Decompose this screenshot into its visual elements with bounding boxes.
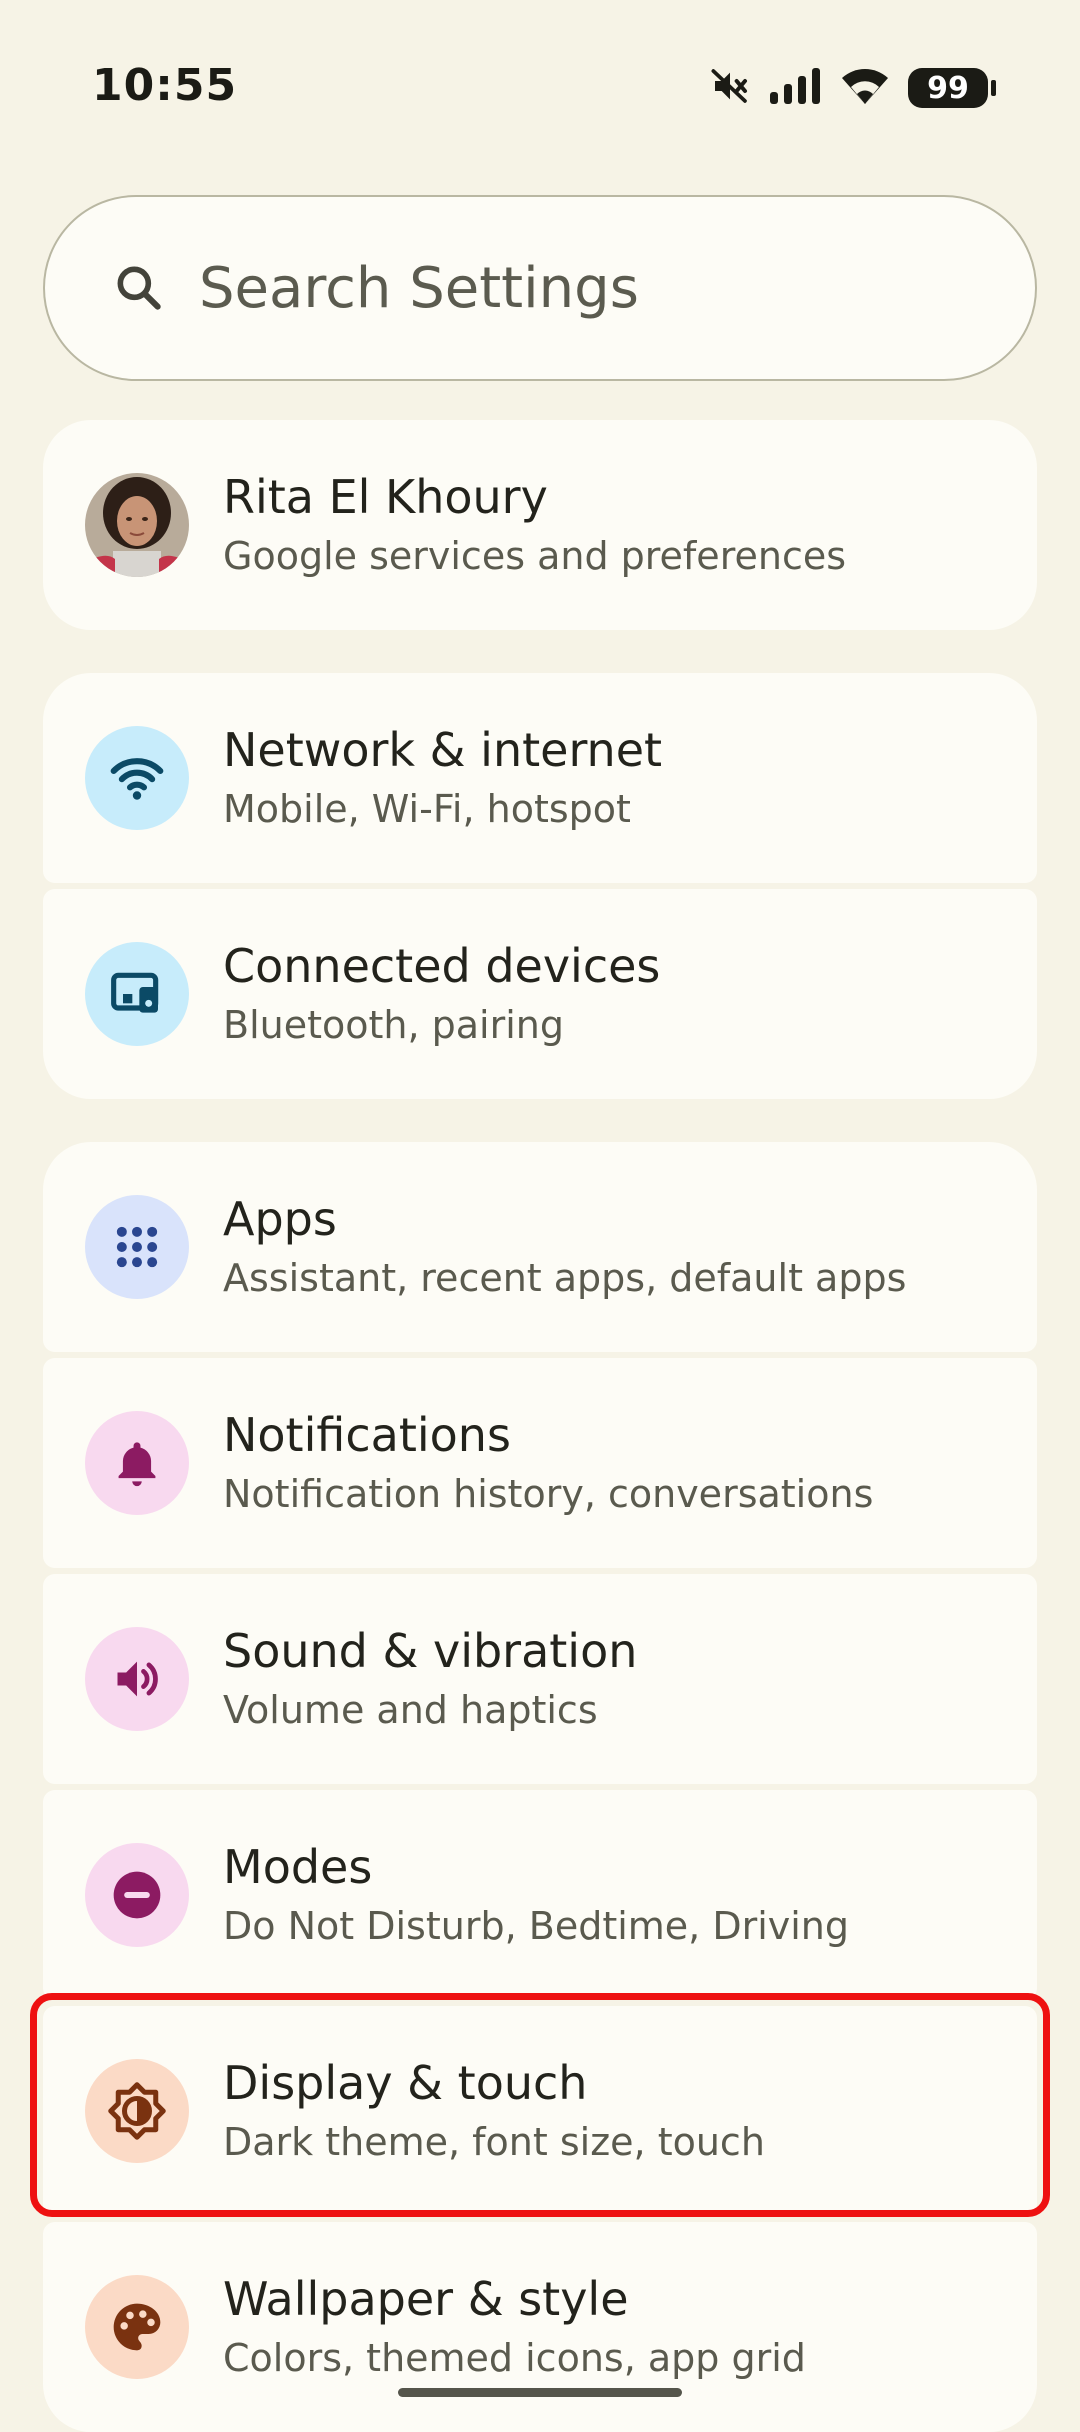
settings-item-wallpaper[interactable]: Wallpaper & style Colors, themed icons, … bbox=[43, 2222, 1037, 2432]
settings-item-network[interactable]: Network & internet Mobile, Wi-Fi, hotspo… bbox=[43, 673, 1037, 883]
settings-item-title: Display & touch bbox=[223, 2056, 588, 2110]
status-icons: 99 bbox=[710, 58, 996, 118]
brightness-icon bbox=[85, 2059, 189, 2163]
search-bar[interactable]: Search Settings bbox=[43, 195, 1037, 381]
settings-item-title: Sound & vibration bbox=[223, 1624, 638, 1678]
battery-icon: 99 bbox=[908, 68, 996, 108]
account-group: Rita El Khoury Google services and prefe… bbox=[43, 420, 1037, 630]
connectivity-group: Network & internet Mobile, Wi-Fi, hotspo… bbox=[43, 673, 1037, 1099]
wifi-icon bbox=[85, 726, 189, 830]
avatar bbox=[85, 473, 189, 577]
bell-icon bbox=[85, 1411, 189, 1515]
settings-item-modes[interactable]: Modes Do Not Disturb, Bedtime, Driving bbox=[43, 1790, 1037, 2000]
settings-item-title: Modes bbox=[223, 1840, 373, 1894]
wifi-icon bbox=[840, 66, 890, 110]
settings-item-title: Notifications bbox=[223, 1408, 511, 1462]
settings-item-title: Apps bbox=[223, 1192, 337, 1246]
account-row[interactable]: Rita El Khoury Google services and prefe… bbox=[43, 420, 1037, 630]
account-name: Rita El Khoury bbox=[223, 470, 548, 524]
gesture-nav-handle[interactable] bbox=[398, 2388, 682, 2397]
mute-icon bbox=[710, 66, 750, 110]
status-bar: 10:55 99 bbox=[0, 0, 1080, 175]
speaker-icon bbox=[85, 1627, 189, 1731]
main-settings-group: Apps Assistant, recent apps, default app… bbox=[43, 1142, 1037, 2432]
settings-item-subtitle: Do Not Disturb, Bedtime, Driving bbox=[223, 1904, 850, 1948]
settings-item-subtitle: Bluetooth, pairing bbox=[223, 1003, 564, 1047]
battery-level: 99 bbox=[927, 70, 969, 106]
settings-item-title: Connected devices bbox=[223, 939, 661, 993]
do-not-disturb-icon bbox=[85, 1843, 189, 1947]
settings-item-title: Wallpaper & style bbox=[223, 2272, 629, 2326]
search-icon bbox=[117, 266, 161, 310]
apps-grid-icon bbox=[85, 1195, 189, 1299]
status-time: 10:55 bbox=[92, 60, 238, 111]
account-subtitle: Google services and preferences bbox=[223, 534, 847, 578]
settings-item-subtitle: Colors, themed icons, app grid bbox=[223, 2336, 806, 2380]
settings-item-connected-devices[interactable]: Connected devices Bluetooth, pairing bbox=[43, 889, 1037, 1099]
settings-item-display[interactable]: Display & touch Dark theme, font size, t… bbox=[43, 2006, 1037, 2216]
search-placeholder: Search Settings bbox=[199, 255, 639, 321]
settings-item-subtitle: Notification history, conversations bbox=[223, 1472, 874, 1516]
settings-item-notifications[interactable]: Notifications Notification history, conv… bbox=[43, 1358, 1037, 1568]
settings-item-subtitle: Assistant, recent apps, default apps bbox=[223, 1256, 907, 1300]
devices-icon bbox=[85, 942, 189, 1046]
settings-item-subtitle: Volume and haptics bbox=[223, 1688, 598, 1732]
settings-item-sound[interactable]: Sound & vibration Volume and haptics bbox=[43, 1574, 1037, 1784]
settings-item-apps[interactable]: Apps Assistant, recent apps, default app… bbox=[43, 1142, 1037, 1352]
settings-item-subtitle: Dark theme, font size, touch bbox=[223, 2120, 765, 2164]
settings-item-subtitle: Mobile, Wi-Fi, hotspot bbox=[223, 787, 631, 831]
signal-icon bbox=[768, 66, 822, 110]
palette-icon bbox=[85, 2275, 189, 2379]
settings-item-title: Network & internet bbox=[223, 723, 663, 777]
